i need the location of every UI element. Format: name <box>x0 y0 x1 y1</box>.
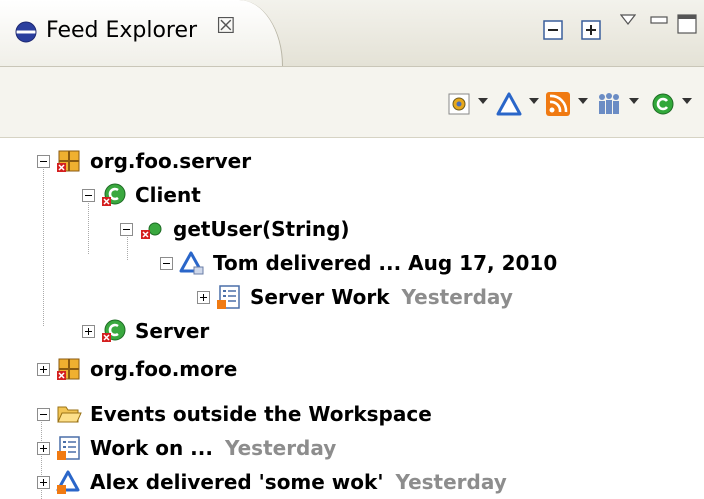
delivery-icon[interactable] <box>496 91 522 117</box>
tab-feed-explorer[interactable]: Feed Explorer ☒ <box>0 0 283 66</box>
feed-tree: org.foo.server Client getUser(String) To… <box>0 138 704 499</box>
collapse-toggle[interactable] <box>120 222 133 236</box>
tree-label: Events outside the Workspace <box>90 402 432 426</box>
tab-title: Feed Explorer <box>46 18 198 43</box>
tree-label: Client <box>135 183 201 207</box>
view-title-bar: Feed Explorer ☒ <box>0 0 704 67</box>
class-icon <box>102 319 126 342</box>
timestamp: Yesterday <box>401 285 513 309</box>
rss-feed-icon[interactable] <box>545 91 571 117</box>
rss-dropdown-icon[interactable] <box>578 98 588 104</box>
expand-toggle[interactable] <box>37 362 50 376</box>
tree-node-folder[interactable]: Events outside the Workspace <box>37 396 432 432</box>
globe-icon <box>15 21 37 43</box>
minimize-icon[interactable] <box>650 16 668 26</box>
filter-icon[interactable] <box>447 91 471 117</box>
tree-node-delivery[interactable]: Alex delivered 'some wok' Yesterday <box>37 464 507 499</box>
tree-label: org.foo.server <box>90 149 252 173</box>
tree-node-package[interactable]: org.foo.server <box>37 143 251 179</box>
delivery-icon <box>179 251 204 275</box>
work-item-icon <box>217 285 240 309</box>
delivery-dropdown-icon[interactable] <box>529 98 539 104</box>
package-icon <box>57 358 80 380</box>
refresh-icon[interactable] <box>651 91 675 117</box>
collapse-toggle[interactable] <box>37 154 50 168</box>
package-icon <box>57 150 80 172</box>
tree-label: Work on ... <box>90 436 213 460</box>
tree-label: Server Work <box>250 285 390 309</box>
tree-label: org.foo.more <box>90 357 238 381</box>
timestamp: Yesterday <box>224 436 337 460</box>
tree-label: Alex delivered 'some wok' <box>90 470 384 494</box>
expand-toggle[interactable] <box>197 290 210 304</box>
tree-node-work-item[interactable]: Work on ... Yesterday <box>37 430 336 466</box>
collapse-toggle[interactable] <box>37 407 50 421</box>
collapse-all-icon[interactable] <box>543 20 563 40</box>
delivery-icon <box>56 470 80 494</box>
tree-node-work-item[interactable]: Server Work Yesterday <box>197 279 513 315</box>
timestamp: Yesterday <box>395 470 507 494</box>
maximize-icon[interactable] <box>677 14 697 34</box>
method-icon <box>141 222 162 239</box>
expand-toggle[interactable] <box>82 324 95 338</box>
work-item-icon <box>57 436 80 460</box>
class-icon <box>102 183 126 206</box>
group-people-icon[interactable] <box>596 91 622 117</box>
expand-toggle[interactable] <box>37 441 50 455</box>
tree-node-method[interactable]: getUser(String) <box>120 211 350 247</box>
tree-label: Server <box>135 319 210 343</box>
group-dropdown-icon[interactable] <box>629 98 639 104</box>
expand-all-icon[interactable] <box>581 20 601 40</box>
tree-node-delivery[interactable]: Tom delivered ... Aug 17, 2010 <box>160 245 557 281</box>
collapse-toggle[interactable] <box>160 256 173 270</box>
refresh-dropdown-icon[interactable] <box>682 98 692 104</box>
feed-explorer-view: Feed Explorer ☒ org.foo.server Client ge… <box>0 0 704 499</box>
collapse-toggle[interactable] <box>82 188 95 202</box>
tree-label: Tom delivered ... Aug 17, 2010 <box>213 251 558 275</box>
tree-node-class[interactable]: Server <box>82 313 209 349</box>
expand-toggle[interactable] <box>37 475 50 489</box>
filter-dropdown-icon[interactable] <box>478 98 488 104</box>
view-toolbar <box>0 67 704 138</box>
tree-node-package[interactable]: org.foo.more <box>37 351 237 387</box>
tree-node-class[interactable]: Client <box>82 177 201 213</box>
folder-icon <box>57 406 82 423</box>
tree-label: getUser(String) <box>173 217 350 241</box>
view-menu-icon[interactable] <box>620 14 636 26</box>
close-icon[interactable]: ☒ <box>216 14 236 39</box>
